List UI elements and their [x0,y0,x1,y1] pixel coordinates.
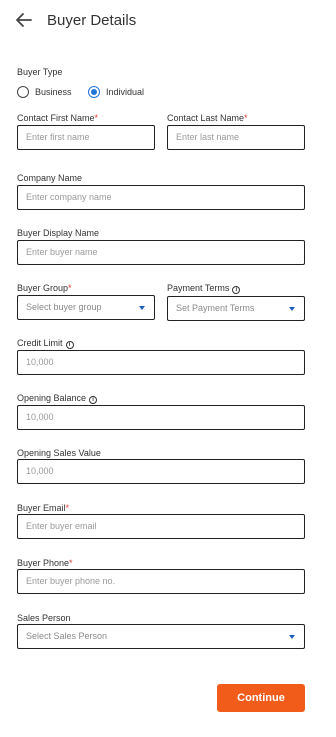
buyer-email-input[interactable]: Enter buyer email [17,514,305,539]
required-mark: * [244,113,248,123]
buyer-type-label: Buyer Type [17,67,63,77]
continue-button[interactable]: Continue [217,684,305,712]
buyer-email-label: Buyer Email* [17,503,70,513]
required-mark: * [69,558,73,568]
info-icon[interactable]: i [65,341,74,349]
info-icon[interactable]: i [89,396,98,404]
chevron-down-icon [139,306,145,310]
payment-terms-select[interactable]: Set Payment Terms [167,296,305,321]
buyer-phone-input[interactable]: Enter buyer phone no. [17,569,305,594]
business-radio-label[interactable]: Business [35,87,72,97]
buyer-phone-label: Buyer Phone* [17,558,73,568]
individual-radio[interactable] [88,86,100,98]
last-name-input[interactable]: Enter last name [167,125,305,150]
header: Buyer Details [0,0,336,44]
last-name-label: Contact Last Name* [167,113,248,123]
display-name-input[interactable]: Enter buyer name [17,240,305,265]
credit-limit-label: Credit Limit i [17,338,74,349]
required-mark: * [68,283,72,293]
first-name-label: Contact First Name* [17,113,99,123]
buyer-group-select[interactable]: Select buyer group [17,295,155,320]
opening-balance-input[interactable]: 10,000 [17,405,305,430]
required-mark: * [94,113,99,123]
payment-terms-label: Payment Terms i [167,283,241,294]
display-name-label: Buyer Display Name [17,228,100,238]
opening-balance-label: Opening Balance i [17,393,98,404]
sales-person-select[interactable]: Select Sales Person [17,624,305,649]
business-radio[interactable] [17,86,29,98]
sales-person-label: Sales Person [17,613,71,623]
first-name-input[interactable]: Enter first name [17,125,155,150]
buyer-group-label: Buyer Group* [17,283,72,293]
opening-sales-value-label: Opening Sales Value [17,448,101,458]
chevron-down-icon [289,307,295,311]
page-title: Buyer Details [47,12,137,29]
back-arrow-icon[interactable] [14,10,34,30]
opening-sales-value-input[interactable]: 10,000 [17,459,305,484]
company-name-input[interactable]: Enter company name [17,185,305,210]
chevron-down-icon [289,635,295,639]
company-name-label: Company Name [17,173,83,183]
info-icon[interactable]: i [232,286,241,294]
credit-limit-input[interactable]: 10,000 [17,350,305,375]
individual-radio-label[interactable]: Individual [106,87,144,97]
required-mark: * [65,503,70,513]
